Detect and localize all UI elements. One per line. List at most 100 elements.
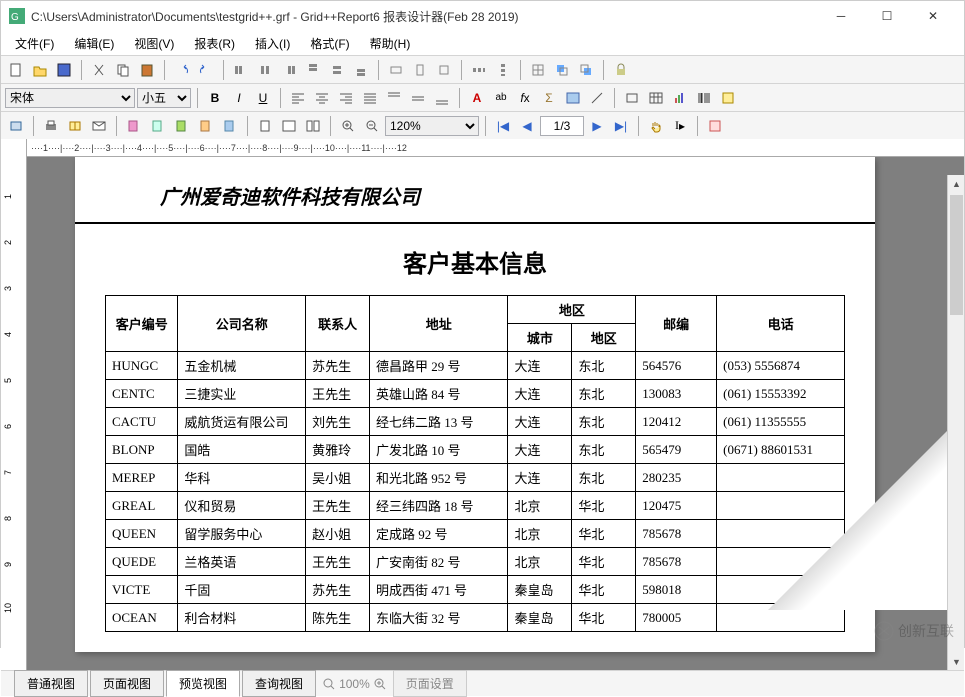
same-size-btn[interactable] [433, 59, 455, 81]
text-align-left[interactable] [287, 87, 309, 109]
menu-file[interactable]: 文件(F) [5, 32, 64, 55]
text-ab-button[interactable]: ab [490, 87, 512, 109]
tab-preview-view[interactable]: 预览视图 [166, 670, 240, 697]
align-left-btn[interactable] [230, 59, 252, 81]
save-button[interactable] [53, 59, 75, 81]
page-input[interactable] [540, 116, 584, 136]
menu-insert[interactable]: 插入(I) [245, 32, 300, 55]
text-align-vmid[interactable] [407, 87, 429, 109]
table-row: BLONP国皓黄雅玲广发北路 10 号大连东北565479(0671) 8860… [106, 436, 845, 464]
new-button[interactable] [5, 59, 27, 81]
zoomin-icon[interactable] [374, 678, 386, 690]
fontcolor-button[interactable]: A [466, 87, 488, 109]
close-button[interactable]: ✕ [910, 1, 956, 31]
zoomout-icon[interactable] [323, 678, 335, 690]
vertical-scrollbar[interactable]: ▲ ▼ [947, 175, 964, 670]
zoomout-btn[interactable] [361, 115, 383, 137]
copy-button[interactable] [112, 59, 134, 81]
menu-edit[interactable]: 编辑(E) [64, 32, 124, 55]
function-button[interactable]: fx [514, 87, 536, 109]
mail-button[interactable] [88, 115, 110, 137]
hand-tool[interactable] [645, 115, 667, 137]
text-align-top[interactable] [383, 87, 405, 109]
table-cell: GREAL [106, 492, 178, 520]
picture-button[interactable] [562, 87, 584, 109]
zoomin-btn[interactable] [337, 115, 359, 137]
table-cell: 秦皇岛 [508, 576, 572, 604]
rect-button[interactable] [621, 87, 643, 109]
text-align-justify[interactable] [359, 87, 381, 109]
bring-front-btn[interactable] [551, 59, 573, 81]
spacing-v-btn[interactable] [492, 59, 514, 81]
tab-normal-view[interactable]: 普通视图 [14, 670, 88, 697]
tab-page-view[interactable]: 页面视图 [90, 670, 164, 697]
spacing-h-btn[interactable] [468, 59, 490, 81]
maximize-button[interactable]: ☐ [864, 1, 910, 31]
export-btn4[interactable] [195, 115, 217, 137]
align-center-h-btn[interactable] [254, 59, 276, 81]
open-button[interactable] [29, 59, 51, 81]
sum-button[interactable]: Σ [538, 87, 560, 109]
table-cell: 五金机械 [178, 352, 306, 380]
export-btn3[interactable] [171, 115, 193, 137]
zoom-select[interactable]: 120% [385, 116, 479, 136]
scroll-down-icon[interactable]: ▼ [948, 653, 964, 670]
line-button[interactable] [586, 87, 608, 109]
fontsize-select[interactable]: 小五 [137, 88, 191, 108]
lock-btn[interactable] [610, 59, 632, 81]
menu-help[interactable]: 帮助(H) [360, 32, 421, 55]
redo-button[interactable] [195, 59, 217, 81]
col-city: 城市 [508, 324, 572, 352]
cut-button[interactable] [88, 59, 110, 81]
minimize-button[interactable]: ─ [818, 1, 864, 31]
lastpage-btn[interactable]: ▶| [610, 115, 632, 137]
export-btn5[interactable] [219, 115, 241, 137]
chart-button[interactable] [669, 87, 691, 109]
tab-query-view[interactable]: 查询视图 [242, 670, 316, 697]
grid-btn[interactable] [527, 59, 549, 81]
text-align-right[interactable] [335, 87, 357, 109]
scroll-thumb[interactable] [950, 195, 963, 315]
align-middle-btn[interactable] [326, 59, 348, 81]
preview-canvas[interactable]: 广州爱奇迪软件科技有限公司 客户基本信息 客户编号 公司名称 联系人 地址 地区… [27, 157, 964, 670]
menu-view[interactable]: 视图(V) [124, 32, 184, 55]
underline-button[interactable]: U [252, 87, 274, 109]
print-preview-icon[interactable] [5, 115, 27, 137]
export-btn1[interactable] [123, 115, 145, 137]
pagewidth-btn[interactable] [278, 115, 300, 137]
text-tool[interactable]: I▸ [669, 115, 691, 137]
table-button[interactable] [645, 87, 667, 109]
font-select[interactable]: 宋体 [5, 88, 135, 108]
close-preview[interactable] [704, 115, 726, 137]
print-button[interactable] [40, 115, 62, 137]
export-btn2[interactable] [147, 115, 169, 137]
prevpage-btn[interactable]: ◀ [516, 115, 538, 137]
barcode-button[interactable] [693, 87, 715, 109]
bold-button[interactable]: B [204, 87, 226, 109]
page-setup-button[interactable]: 页面设置 [393, 670, 467, 697]
subreport-button[interactable] [717, 87, 739, 109]
italic-button[interactable]: I [228, 87, 250, 109]
same-width-btn[interactable] [385, 59, 407, 81]
table-cell [717, 576, 845, 604]
undo-button[interactable] [171, 59, 193, 81]
text-align-bottom[interactable] [431, 87, 453, 109]
book-icon[interactable] [64, 115, 86, 137]
paste-button[interactable] [136, 59, 158, 81]
menu-format[interactable]: 格式(F) [300, 32, 359, 55]
text-align-center[interactable] [311, 87, 333, 109]
align-bottom-btn[interactable] [350, 59, 372, 81]
menu-report[interactable]: 报表(R) [184, 32, 245, 55]
same-height-btn[interactable] [409, 59, 431, 81]
align-right-btn[interactable] [278, 59, 300, 81]
multipage-btn[interactable] [302, 115, 324, 137]
table-row: OCEAN利合材料陈先生东临大街 32 号秦皇岛华北780005 [106, 604, 845, 632]
table-cell: 王先生 [306, 548, 370, 576]
fullpage-btn[interactable] [254, 115, 276, 137]
align-top-btn[interactable] [302, 59, 324, 81]
nextpage-btn[interactable]: ▶ [586, 115, 608, 137]
send-back-btn[interactable] [575, 59, 597, 81]
scroll-up-icon[interactable]: ▲ [948, 175, 964, 192]
firstpage-btn[interactable]: |◀ [492, 115, 514, 137]
col-address: 地址 [370, 296, 508, 352]
